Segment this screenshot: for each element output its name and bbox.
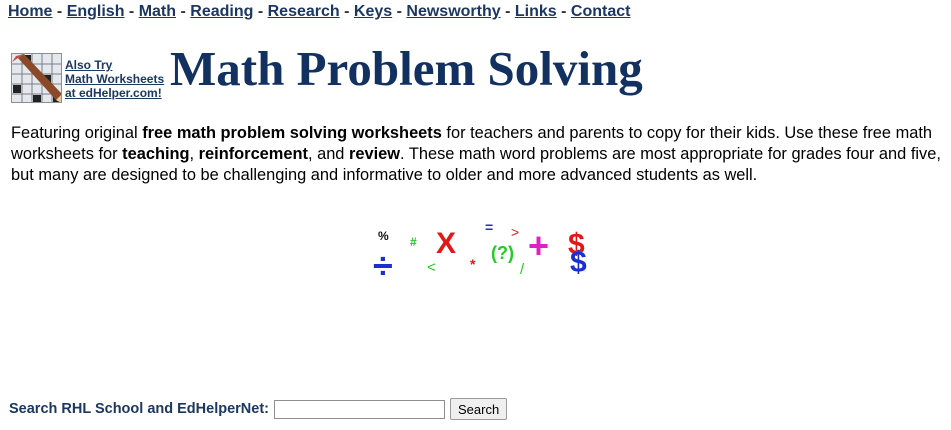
asterisk-symbol: *: [470, 256, 476, 272]
math-symbols-graphic: % # X = > (?) + $ ÷ < * / $: [360, 220, 610, 290]
intro-text-3: ,: [189, 145, 199, 163]
nav-link-newsworthy[interactable]: Newsworthy: [406, 3, 500, 20]
nav-separator: -: [56, 3, 63, 20]
search-form: Search RHL School and EdHelperNet: Searc…: [9, 397, 508, 421]
percent-symbol: %: [378, 229, 389, 243]
nav-separator: -: [396, 3, 402, 20]
divide-symbol: ÷: [373, 245, 393, 286]
intro-bold-1: free math problem solving worksheets: [142, 124, 442, 142]
intro-text-1: Featuring original: [11, 124, 143, 142]
equals-symbol: =: [485, 219, 494, 235]
intro-paragraph: Featuring original free math problem sol…: [11, 123, 946, 186]
nav-link-keys[interactable]: Keys: [354, 3, 392, 20]
search-button[interactable]: Search: [449, 398, 508, 420]
intro-bold-2: teaching: [122, 145, 190, 163]
nav-separator: -: [128, 3, 135, 20]
times-symbol: X: [436, 227, 457, 260]
less-than-symbol: <: [427, 259, 436, 276]
page-title: Math Problem Solving: [170, 41, 643, 96]
promo-link-block: Also Try Math Worksheets at edHelper.com…: [65, 58, 164, 100]
nav-separator: -: [257, 3, 264, 20]
nav-link-home[interactable]: Home: [8, 3, 52, 20]
slash-symbol: /: [520, 261, 525, 278]
search-label: Search RHL School and EdHelperNet:: [9, 401, 269, 417]
promo-line-edhelper[interactable]: at edHelper.com!: [65, 86, 164, 100]
nav-link-contact[interactable]: Contact: [571, 3, 631, 20]
question-symbol: (?): [491, 243, 514, 263]
dollar-symbol-blue: $: [570, 246, 587, 279]
nav-link-research[interactable]: Research: [268, 3, 340, 20]
nav-separator: -: [344, 3, 350, 20]
nav-separator: -: [505, 3, 511, 20]
nav-link-links[interactable]: Links: [515, 3, 557, 20]
plus-symbol: +: [528, 225, 550, 266]
intro-bold-3: reinforcement: [198, 145, 308, 163]
search-input[interactable]: [273, 399, 445, 419]
top-navigation: Home - English - Math - Reading - Resear…: [8, 3, 630, 21]
worksheet-thumbnail-image[interactable]: [11, 53, 62, 103]
promo-line-math-worksheets[interactable]: Math Worksheets: [65, 72, 164, 86]
intro-bold-4: review: [348, 145, 401, 163]
crossword-pencil-icon: [12, 54, 61, 102]
nav-link-reading[interactable]: Reading: [190, 3, 253, 20]
nav-link-math[interactable]: Math: [139, 3, 176, 20]
nav-separator: -: [180, 3, 186, 20]
intro-text-4: , and: [307, 145, 349, 163]
nav-separator: -: [561, 3, 567, 20]
greater-than-symbol: >: [511, 224, 520, 240]
nav-link-english[interactable]: English: [67, 3, 125, 20]
hash-symbol: #: [410, 235, 417, 249]
promo-line-also-try[interactable]: Also Try: [65, 58, 164, 72]
